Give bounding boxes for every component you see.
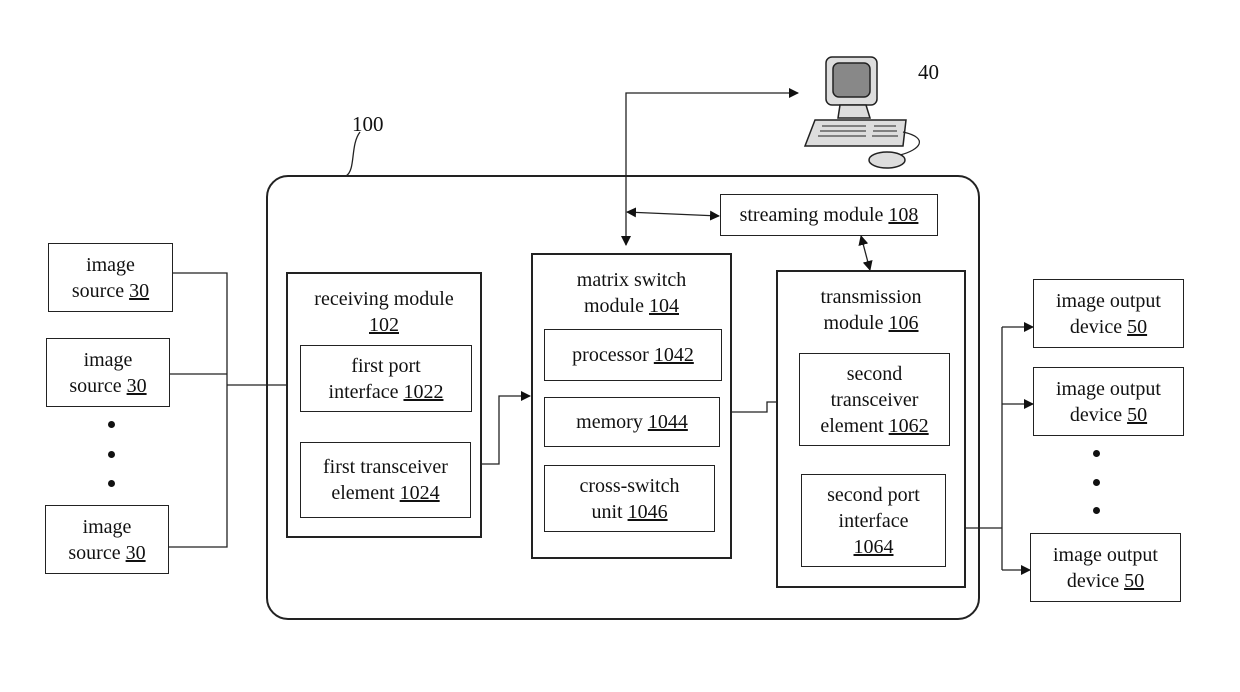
image-output-device: image output device 50 xyxy=(1033,279,1184,348)
first-transceiver-element: first transceiver element 1024 xyxy=(300,442,471,518)
computer-icon xyxy=(803,56,920,169)
first-port-interface: first port interface 1022 xyxy=(300,345,472,412)
ellipsis-dot xyxy=(1093,507,1100,514)
image-output-device: image output device 50 xyxy=(1033,367,1184,436)
processor: processor 1042 xyxy=(544,329,722,381)
ellipsis-dot xyxy=(108,480,115,487)
receiving-module-title: receiving module 102 xyxy=(314,288,454,336)
image-output-device: image output device 50 xyxy=(1030,533,1181,602)
computer-ref-label: 40 xyxy=(918,60,939,84)
cross-switch-unit: cross-switch unit 1046 xyxy=(544,465,715,532)
memory: memory 1044 xyxy=(544,397,720,447)
image-source: image source 30 xyxy=(48,243,173,312)
ellipsis-dot xyxy=(1093,450,1100,457)
image-source: image source 30 xyxy=(46,338,170,407)
device-ref-label: 100 xyxy=(352,112,384,136)
second-port-interface: second port interface 1064 xyxy=(801,474,946,567)
image-source: image source 30 xyxy=(45,505,169,574)
source-bus-line xyxy=(169,272,228,548)
ellipsis-dot xyxy=(1093,479,1100,486)
leader-100 xyxy=(345,131,361,177)
streaming-module: streaming module 108 xyxy=(720,194,938,236)
ellipsis-dot xyxy=(108,421,115,428)
second-transceiver-element: second transceiver element 1062 xyxy=(799,353,950,446)
ellipsis-dot xyxy=(108,451,115,458)
